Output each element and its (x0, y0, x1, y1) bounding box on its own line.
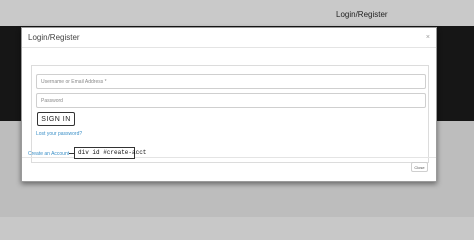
username-email-input[interactable] (36, 74, 426, 89)
sign-in-button[interactable]: SIGN IN (37, 112, 75, 126)
password-input[interactable] (36, 93, 426, 108)
close-icon[interactable]: × (426, 34, 430, 41)
modal-title-divider (22, 47, 436, 48)
modal-title: Login/Register (28, 33, 80, 42)
create-account-link[interactable]: Create an Account (28, 151, 69, 157)
site-header-background (0, 0, 474, 26)
login-register-modal: Login/Register × SIGN IN Lost your passw… (21, 27, 437, 182)
header-login-register-link[interactable]: Login/Register (336, 10, 388, 19)
close-button[interactable]: Close (411, 162, 428, 172)
create-acct-annotation: div id #create-acct (74, 147, 146, 159)
lost-password-link[interactable]: Lost your password? (36, 131, 82, 137)
